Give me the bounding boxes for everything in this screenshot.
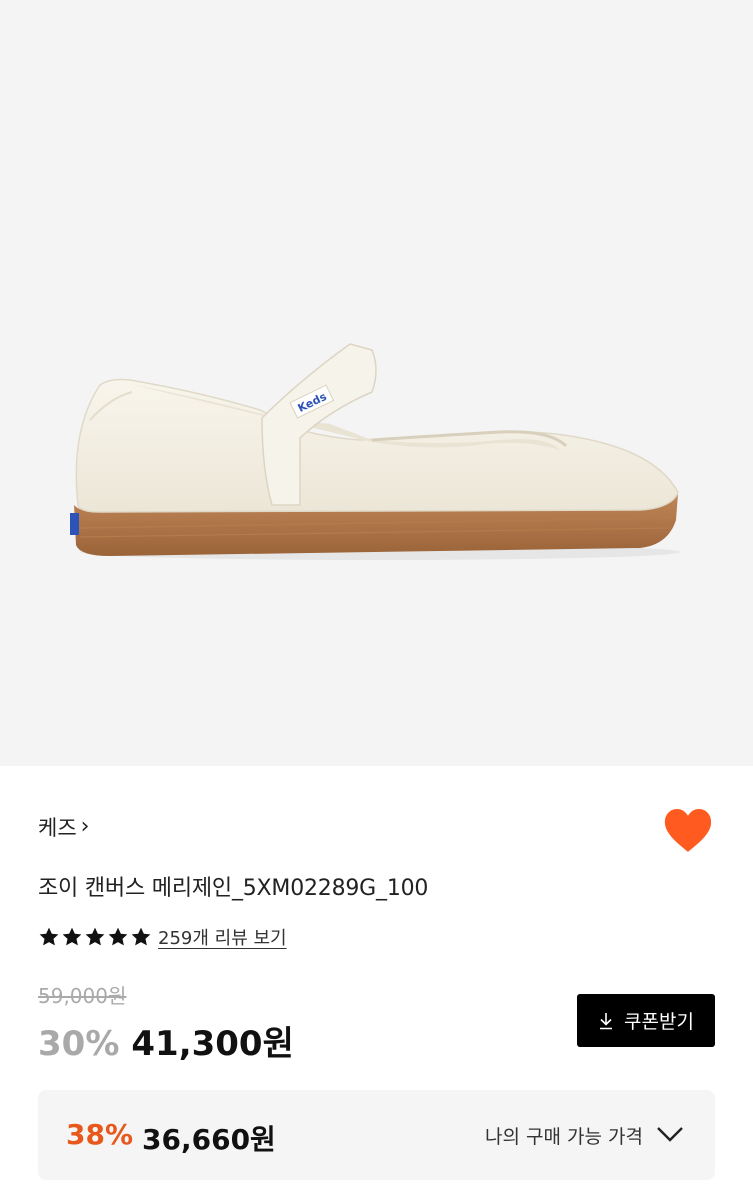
product-title: 조이 캔버스 메리제인_5XM02289G_100 xyxy=(38,876,429,901)
my-price-value: 36,660원 xyxy=(142,1123,276,1156)
chevron-down-icon xyxy=(657,1127,683,1142)
my-price-toggle[interactable]: 38% 36,660원 나의 구매 가능 가격 xyxy=(38,1090,715,1180)
rating-row: 259개 리뷰 보기 xyxy=(38,923,287,951)
star-icon xyxy=(85,927,105,946)
shoe-illustration: Keds xyxy=(70,343,680,560)
coupon-button-label: 쿠폰받기 xyxy=(624,1011,694,1033)
sale-price: 41,300원 xyxy=(131,1024,294,1064)
heart-icon xyxy=(664,809,712,852)
chevron-right-icon: › xyxy=(80,814,90,839)
star-icon xyxy=(108,927,128,946)
brand-name: 케즈 xyxy=(38,816,77,840)
original-price: 59,000원 xyxy=(38,984,127,1008)
sale-price-row: 30% 41,300원 xyxy=(38,1016,294,1065)
my-price-label: 나의 구매 가능 가격 xyxy=(485,1126,643,1148)
brand-link[interactable]: 케즈 › xyxy=(38,812,89,842)
review-link[interactable]: 259개 리뷰 보기 xyxy=(158,924,287,950)
star-icon xyxy=(62,927,82,946)
product-image: Keds xyxy=(0,0,753,766)
star-icon xyxy=(131,927,151,946)
my-discount-percent: 38% xyxy=(66,1118,134,1151)
rating-stars xyxy=(38,926,152,948)
coupon-button[interactable]: 쿠폰받기 xyxy=(577,994,715,1047)
star-icon xyxy=(39,927,59,946)
download-icon xyxy=(600,1012,613,1029)
discount-percent: 30% xyxy=(38,1024,120,1064)
wishlist-heart-icon[interactable] xyxy=(662,808,714,854)
